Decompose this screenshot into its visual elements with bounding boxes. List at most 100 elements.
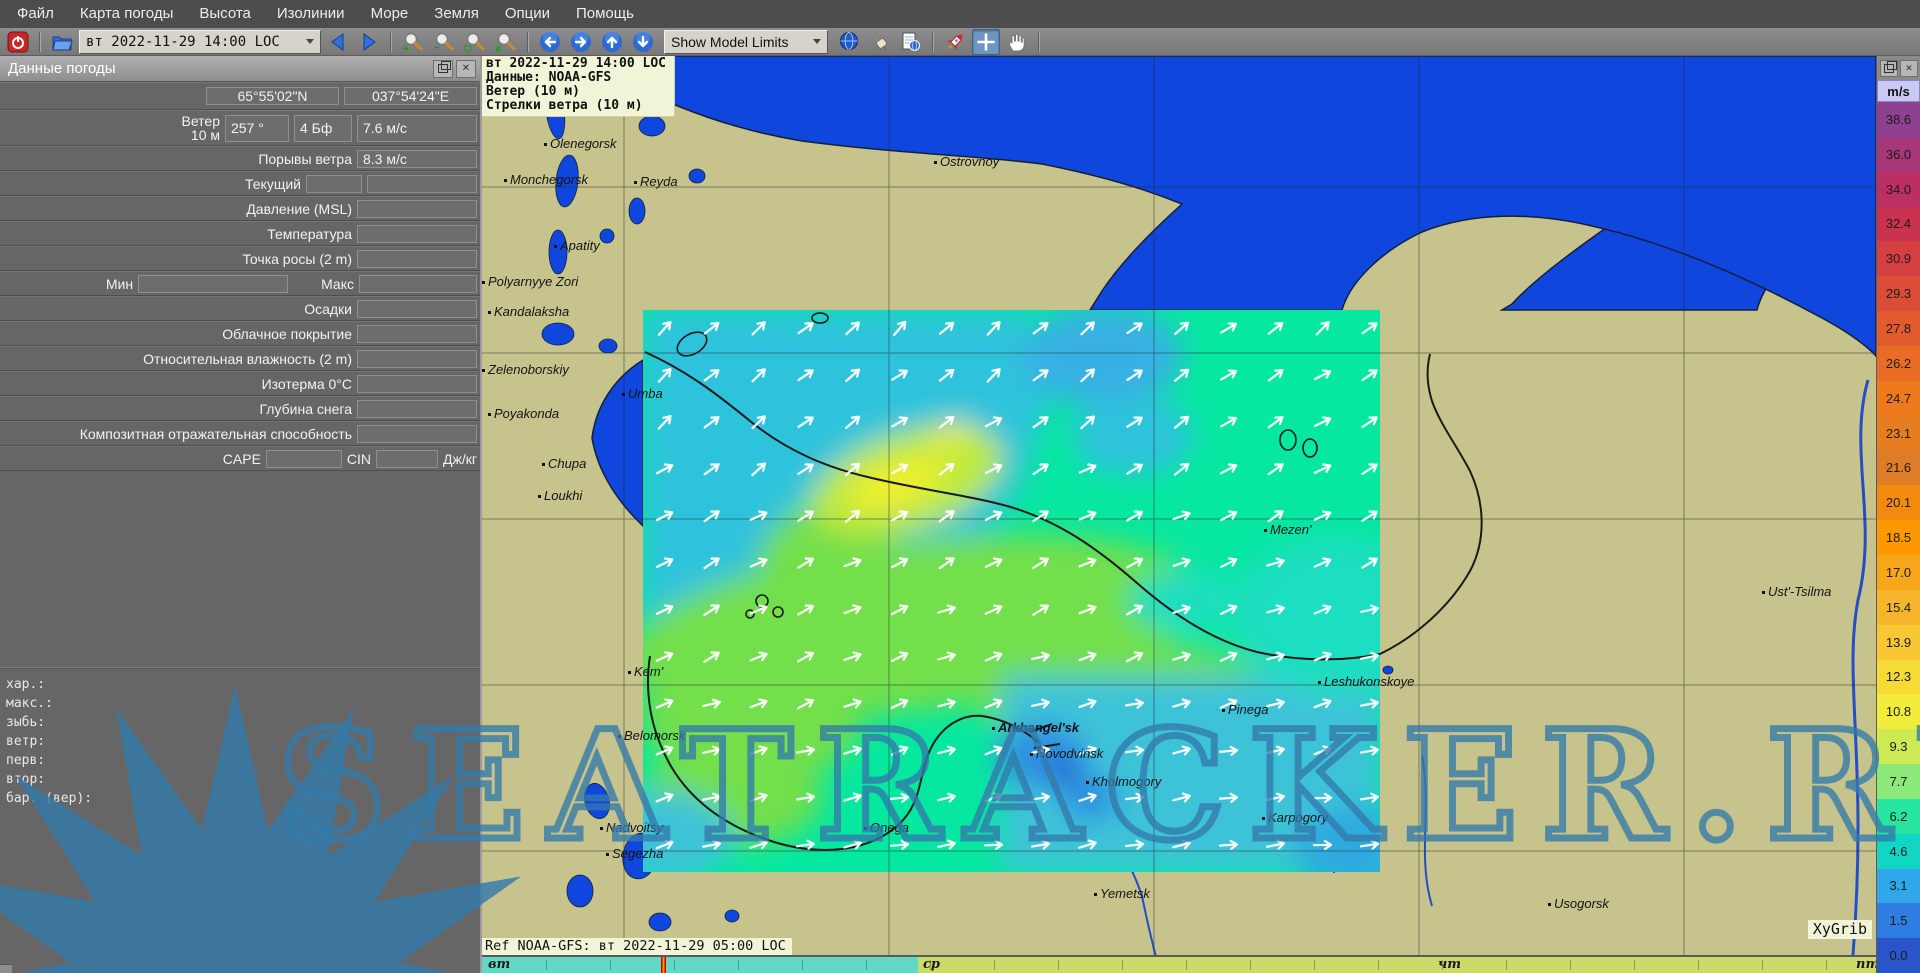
- datetime-select[interactable]: вт 2022-11-29 14:00 LOC: [79, 30, 321, 54]
- svg-text:#: #: [496, 44, 501, 53]
- value-cell: [357, 425, 477, 443]
- sea-state-label: хар.:: [6, 675, 482, 694]
- timeline-tick: [1826, 960, 1827, 970]
- open-file-button[interactable]: [48, 29, 76, 55]
- panel-float-button[interactable]: [433, 60, 453, 78]
- magnifier-fit-icon: #: [495, 31, 517, 53]
- rocket-button[interactable]: [941, 29, 969, 55]
- data-row: Облачное покрытие: [0, 321, 480, 346]
- pan-down-button[interactable]: [629, 29, 657, 55]
- city-label: Ostrovnoy: [934, 154, 999, 169]
- zoom-select-button[interactable]: [461, 29, 489, 55]
- panel-footer: хар.:макс.:зыбь:ветр:перв:втор:бар. (вер…: [0, 668, 482, 808]
- city-label: Poyakonda: [488, 406, 559, 421]
- colorbar-cell: 10.8: [1877, 694, 1920, 729]
- field-label: Температура: [267, 226, 352, 242]
- city-label: Novodvinsk: [1030, 746, 1103, 761]
- value-cell: [266, 450, 342, 468]
- map-area[interactable]: OlenegorskMonchegorskReydaOstrovnoyApati…: [482, 56, 1876, 955]
- resize-notch[interactable]: [0, 964, 12, 973]
- zoom-out-button[interactable]: −: [430, 29, 458, 55]
- pan-right-button[interactable]: [567, 29, 595, 55]
- timeline[interactable]: втсрчтпт: [482, 955, 1876, 973]
- arrow-down-circle-icon: [631, 30, 655, 54]
- close-icon: ✕: [462, 64, 470, 74]
- model-limits-select[interactable]: Show Model Limits: [664, 30, 828, 54]
- next-timestep-button[interactable]: [355, 29, 383, 55]
- toolbar-separator: [932, 32, 934, 52]
- timeline-current-marker[interactable]: [661, 957, 666, 973]
- city-label: Leshukonskoye: [1318, 674, 1414, 689]
- data-row: 65°55'02"N037°54'24"E: [0, 82, 480, 110]
- city-label: Olenegorsk: [544, 136, 616, 151]
- timeline-tick: [1122, 960, 1123, 970]
- globe-button[interactable]: [835, 29, 863, 55]
- magnifier-plus-icon: +: [402, 31, 424, 53]
- menu-item-Карта погоды[interactable]: Карта погоды: [67, 0, 186, 28]
- zoom-fit-button[interactable]: #: [492, 29, 520, 55]
- menu-item-Высота[interactable]: Высота: [186, 0, 264, 28]
- toolbar-separator: [39, 32, 41, 52]
- menu-item-Опции[interactable]: Опции: [492, 0, 563, 28]
- data-row: Порывы ветра8.3 м/с: [0, 146, 480, 171]
- value-cell: [306, 175, 362, 193]
- pan-hand-tool-button[interactable]: [1003, 29, 1031, 55]
- value-cell: 037°54'24"E: [344, 87, 477, 105]
- timeline-day-label: вт: [488, 957, 510, 973]
- magnifier-select-icon: [464, 31, 486, 53]
- timeline-day-segment[interactable]: [918, 957, 1876, 973]
- colorbar-cell: 20.1: [1877, 485, 1920, 520]
- plug-icon: [869, 31, 891, 53]
- timeline-day-label: чт: [1438, 957, 1461, 973]
- toolbar: вт 2022-11-29 14:00 LOC + −: [0, 28, 1920, 56]
- colorbar-cell: 18.5: [1877, 520, 1920, 555]
- city-label: Apatity: [554, 238, 600, 253]
- colorbar-cell: 9.3: [1877, 729, 1920, 764]
- data-row: Глубина снега: [0, 396, 480, 421]
- colorbar-cell: 17.0: [1877, 555, 1920, 590]
- panel-titlebar[interactable]: Данные погоды ✕: [0, 56, 480, 82]
- timeline-day-segment[interactable]: [482, 957, 918, 973]
- panel-close-button[interactable]: ✕: [456, 60, 476, 78]
- pan-up-button[interactable]: [598, 29, 626, 55]
- pan-left-button[interactable]: [536, 29, 564, 55]
- info-line: вт 2022-11-29 14:00 LOC: [486, 57, 666, 71]
- menu-bar: ФайлКарта погодыВысотаИзолинииМореЗемляО…: [0, 0, 1920, 28]
- map-canvas: [482, 56, 1876, 955]
- city-label: Ust'-Tsilma: [1762, 584, 1831, 599]
- colorbar-cell: 34.0: [1877, 172, 1920, 207]
- colorbar-cell: 4.6: [1877, 834, 1920, 869]
- colorbar-cell: 15.4: [1877, 590, 1920, 625]
- field-label: Ветер10 м: [182, 114, 221, 142]
- value-cell: [357, 325, 477, 343]
- timeline-tick: [994, 960, 995, 970]
- menu-item-Море[interactable]: Море: [358, 0, 422, 28]
- menu-item-Земля[interactable]: Земля: [421, 0, 492, 28]
- menu-item-Изолинии[interactable]: Изолинии: [264, 0, 358, 28]
- colorbar-close-button[interactable]: ✕: [1900, 60, 1918, 77]
- city-label: Arkhangel'sk: [992, 720, 1079, 735]
- connection-button[interactable]: [866, 29, 894, 55]
- power-icon: [7, 31, 29, 53]
- city-label: Kem': [628, 664, 663, 679]
- value-cell: [357, 350, 477, 368]
- grib-info-button[interactable]: [897, 29, 925, 55]
- timeline-tick: [1250, 960, 1251, 970]
- quit-button[interactable]: [4, 29, 32, 55]
- arrow-up-circle-icon: [600, 30, 624, 54]
- menu-item-Файл[interactable]: Файл: [4, 0, 67, 28]
- city-label: Polyarnyye Zori: [482, 274, 578, 289]
- field-label: Мин: [106, 276, 133, 292]
- zoom-in-button[interactable]: +: [399, 29, 427, 55]
- colorbar-cell: 38.6: [1877, 102, 1920, 137]
- rocket-icon: [943, 30, 967, 54]
- prev-timestep-button[interactable]: [324, 29, 352, 55]
- colorbar-float-button[interactable]: [1880, 60, 1898, 77]
- city-label: Loukhi: [538, 488, 582, 503]
- close-icon: ✕: [1905, 63, 1913, 74]
- document-globe-icon: [900, 31, 922, 53]
- crosshair-tool-button[interactable]: [972, 29, 1000, 55]
- menu-item-Помощь[interactable]: Помощь: [563, 0, 647, 28]
- value-cell: [357, 250, 477, 268]
- svg-text:−: −: [434, 43, 440, 53]
